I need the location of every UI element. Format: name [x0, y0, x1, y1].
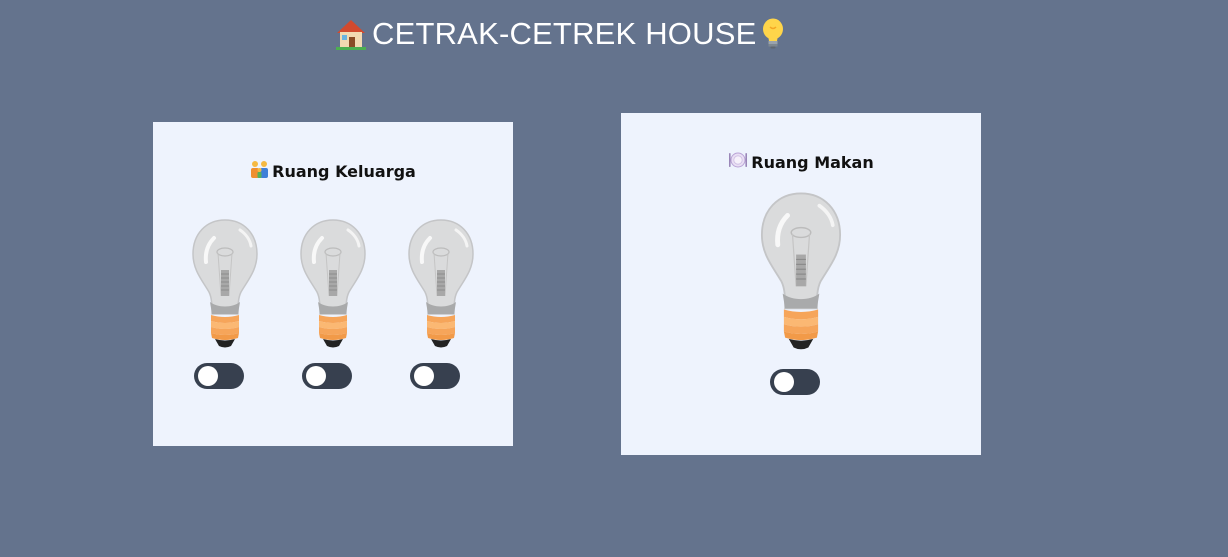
app-title-text: CETRAK-CETREK HOUSE	[372, 16, 757, 51]
light-bulb-off-icon	[189, 218, 261, 353]
page-title: CETRAK-CETREK HOUSE	[334, 14, 786, 54]
light-bulb-off-icon	[297, 218, 369, 353]
toggle-knob	[774, 372, 794, 392]
lamp-toggle-switch[interactable]	[410, 363, 460, 389]
room-card-keluarga: Ruang Keluarga	[153, 122, 513, 446]
room-name: Ruang Makan	[751, 152, 874, 172]
lightbulb-icon	[760, 17, 786, 51]
family-icon	[250, 160, 269, 182]
toggle-knob	[198, 366, 218, 386]
plate-cutlery-icon	[728, 151, 748, 173]
room-title-makan: Ruang Makan	[621, 151, 981, 173]
room-title-keluarga: Ruang Keluarga	[153, 160, 513, 182]
light-bulb-off-icon	[405, 218, 477, 353]
light-bulb-off-icon	[755, 191, 847, 356]
room-name: Ruang Keluarga	[272, 161, 416, 181]
lamp-toggle-switch[interactable]	[194, 363, 244, 389]
lamp-toggle-switch[interactable]	[302, 363, 352, 389]
room-card-makan: Ruang Makan	[621, 113, 981, 455]
toggle-knob	[414, 366, 434, 386]
house-icon	[334, 17, 368, 51]
lamp-toggle-switch[interactable]	[770, 369, 820, 395]
toggle-knob	[306, 366, 326, 386]
